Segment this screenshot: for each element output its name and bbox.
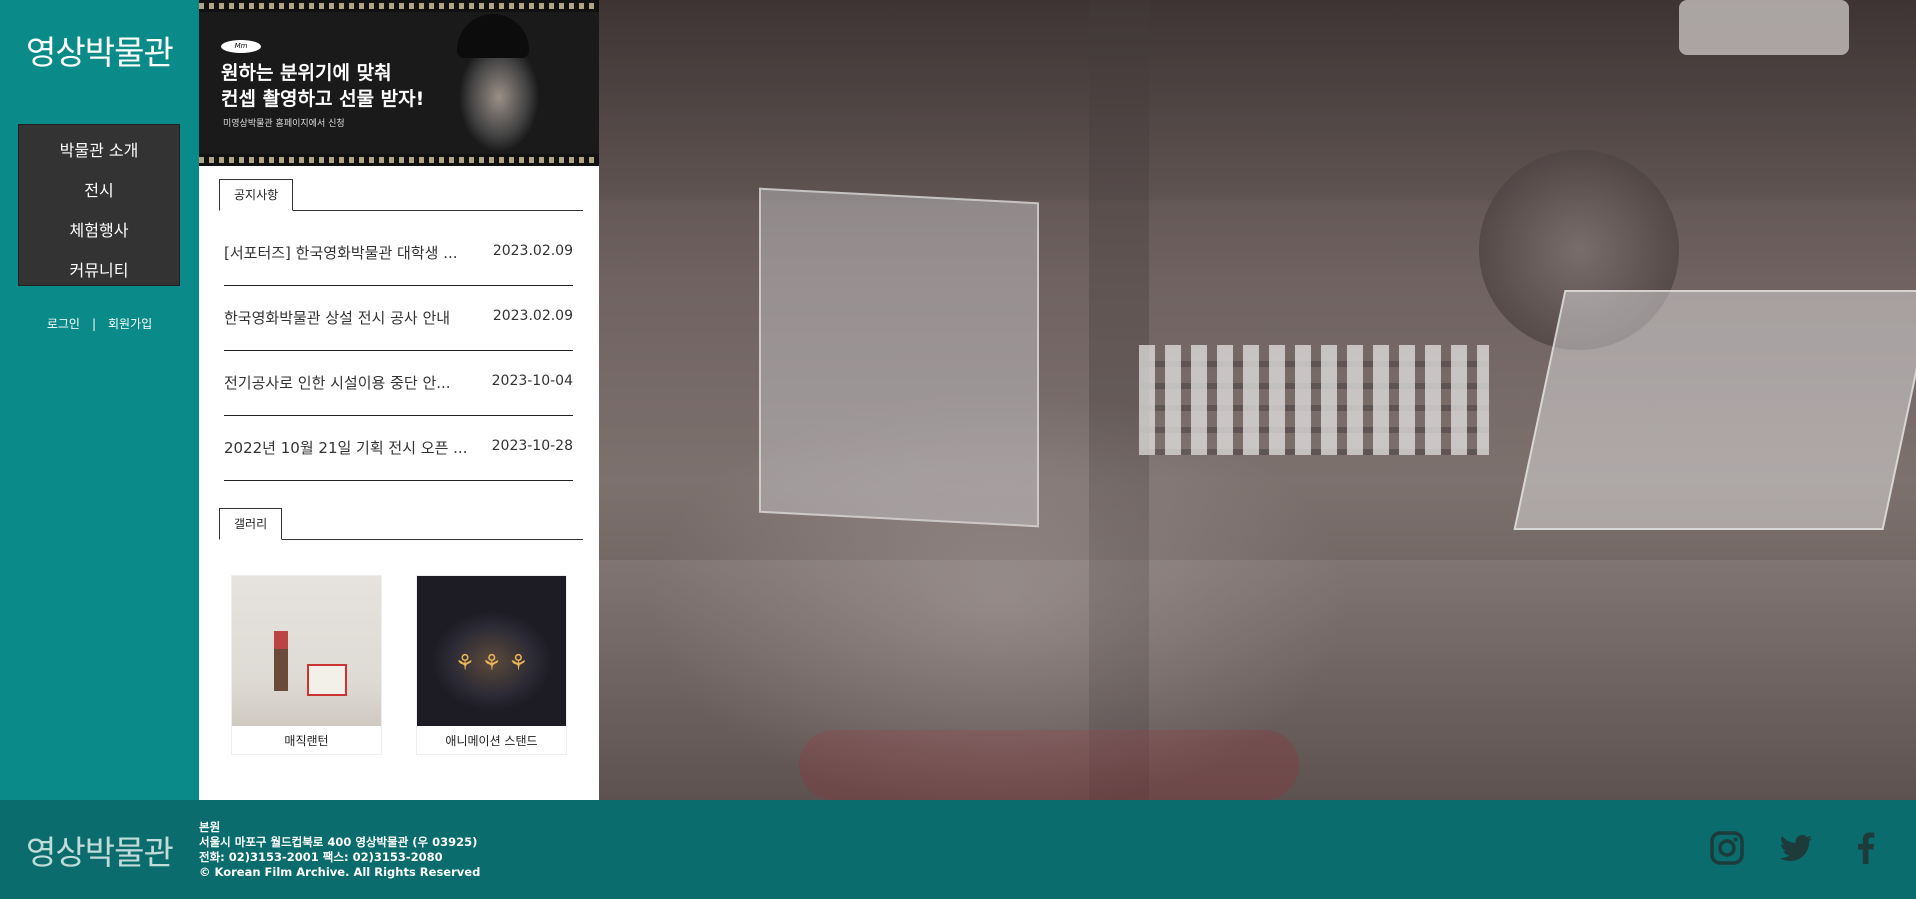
content-panel: Mm 원하는 분위기에 맞춰 컨셉 촬영하고 선물 받자! 미영상박물관 홈페이… [199, 0, 599, 800]
nav-item-about[interactable]: 박물관 소개 [19, 131, 179, 171]
notice-item[interactable]: 2022년 10월 21일 기획 전시 오픈 ... 2023-10-28 [224, 416, 573, 481]
signup-link[interactable]: 회원가입 [108, 315, 152, 332]
site-logo[interactable]: 영상박물관 [26, 26, 174, 74]
tab-notice[interactable]: 공지사항 [219, 179, 294, 211]
gallery-card[interactable]: 애니메이션 스탠드 [416, 575, 567, 755]
footer: 영상박물관 본원 서울시 마포구 월드컵북로 400 영상박물관 (우 0392… [0, 800, 1916, 899]
sidebar: 영상박물관 박물관 소개 전시 체험행사 커뮤니티 로그인 | 회원가입 [0, 0, 199, 800]
notice-item[interactable]: 전기공사로 인한 시설이용 중단 안... 2023-10-04 [224, 351, 573, 416]
tab-gallery[interactable]: 갤러리 [219, 508, 283, 540]
film-strip-top [199, 0, 599, 12]
gallery-caption: 애니메이션 스탠드 [445, 734, 538, 748]
film-strip-bottom [199, 154, 599, 166]
banner-subtitle: 미영상박물관 홈페이지에서 신청 [223, 119, 345, 129]
twitter-icon[interactable] [1776, 828, 1816, 868]
footer-branch: 본원 [199, 820, 221, 834]
gallery-thumbnail[interactable] [232, 576, 381, 726]
hero-overlay [599, 0, 1916, 800]
notice-title[interactable]: [서포터즈] 한국영화박물관 대학생 ... [224, 242, 484, 263]
notice-date: 2023.02.09 [492, 308, 573, 324]
notice-item[interactable]: [서포터즈] 한국영화박물관 대학생 ... 2023.02.09 [224, 221, 573, 286]
banner-badge: Mm [221, 40, 261, 53]
nav-item-community[interactable]: 커뮤니티 [19, 251, 179, 291]
nav-item-events[interactable]: 체험행사 [19, 211, 179, 251]
login-link[interactable]: 로그인 [47, 315, 80, 332]
gallery-thumbnail[interactable] [417, 576, 566, 726]
gallery-section-header: 갤러리 [219, 508, 583, 540]
banner-title: 원하는 분위기에 맞춰 컨셉 촬영하고 선물 받자! [221, 60, 451, 112]
nav-item-exhibition[interactable]: 전시 [19, 171, 179, 211]
notice-date: 2023-10-28 [491, 438, 573, 454]
banner-title-line1: 원하는 분위기에 맞춰 [221, 62, 392, 84]
facebook-icon[interactable] [1846, 828, 1886, 868]
notice-list: [서포터즈] 한국영화박물관 대학생 ... 2023.02.09 한국영화박물… [224, 221, 573, 481]
gallery-card[interactable]: 매직랜턴 [231, 575, 382, 755]
footer-address: 서울시 마포구 월드컵북로 400 영상박물관 (우 03925) [199, 835, 478, 849]
main-nav: 박물관 소개 전시 체험행사 커뮤니티 [18, 124, 180, 286]
footer-logo: 영상박물관 [26, 833, 174, 872]
promo-banner[interactable]: Mm 원하는 분위기에 맞춰 컨셉 촬영하고 선물 받자! 미영상박물관 홈페이… [199, 0, 599, 166]
notice-title[interactable]: 전기공사로 인한 시설이용 중단 안... [224, 372, 484, 393]
footer-copyright: © Korean Film Archive. All Rights Reserv… [199, 865, 481, 879]
notice-section-header: 공지사항 [219, 179, 583, 211]
footer-contact: 전화: 02)3153-2001 팩스: 02)3153-2080 [199, 850, 443, 864]
notice-item[interactable]: 한국영화박물관 상설 전시 공사 안내 2023.02.09 [224, 286, 573, 351]
notice-title[interactable]: 2022년 10월 21일 기획 전시 오픈 ... [224, 437, 484, 458]
hero-image [599, 0, 1916, 800]
gallery-caption: 매직랜턴 [284, 734, 329, 748]
notice-title[interactable]: 한국영화박물관 상설 전시 공사 안내 [224, 307, 484, 328]
auth-links: 로그인 | 회원가입 [0, 315, 199, 332]
notice-date: 2023.02.09 [492, 243, 573, 259]
instagram-icon[interactable] [1707, 828, 1747, 868]
notice-date: 2023-10-04 [491, 373, 573, 389]
footer-info: 본원 서울시 마포구 월드컵북로 400 영상박물관 (우 03925) 전화:… [199, 820, 480, 880]
auth-separator: | [91, 317, 96, 331]
banner-title-line2: 컨셉 촬영하고 선물 받자! [221, 88, 425, 110]
